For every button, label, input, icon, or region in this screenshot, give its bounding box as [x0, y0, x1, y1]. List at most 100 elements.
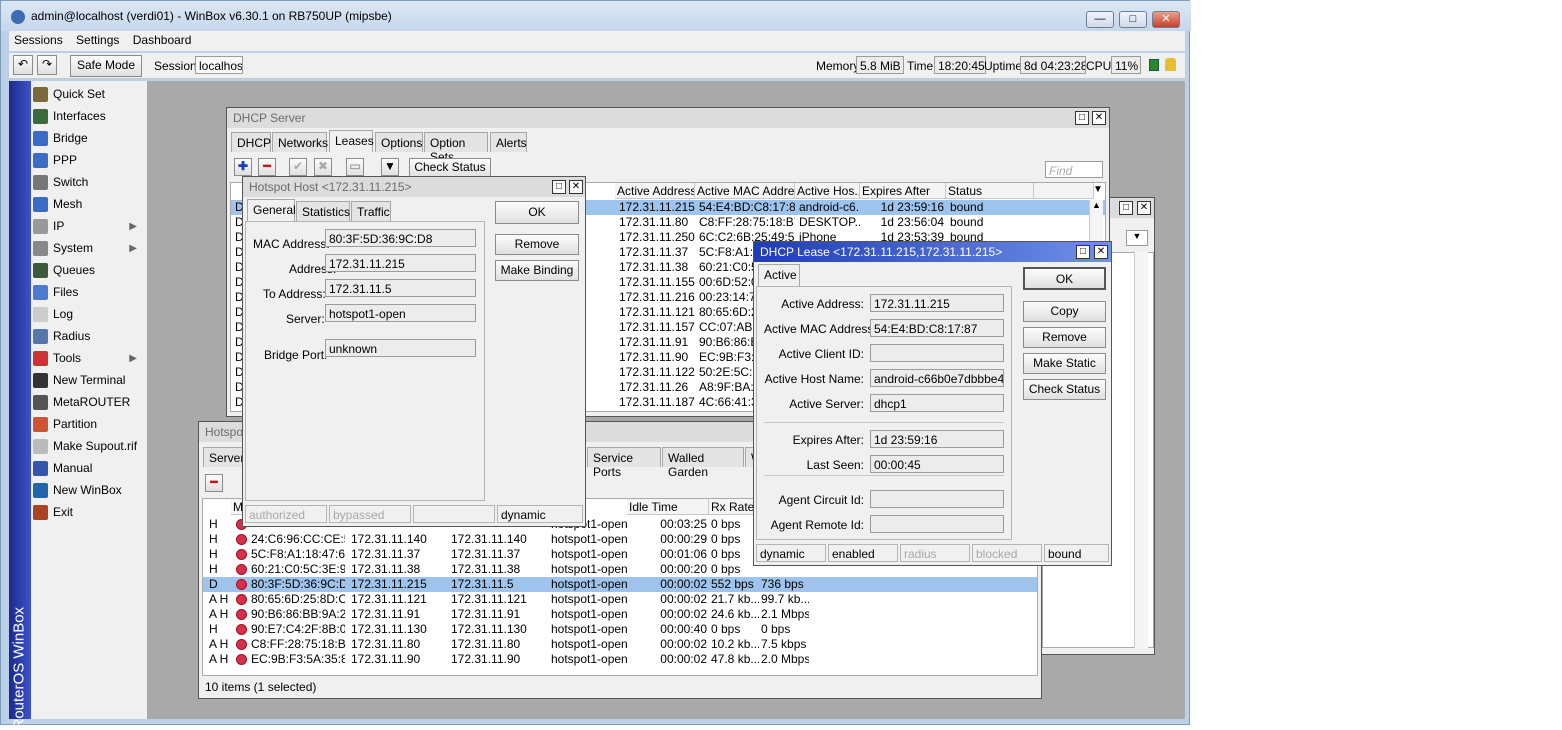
tab-leases[interactable]: Leases — [329, 130, 374, 152]
tab-active[interactable]: Active — [758, 264, 800, 286]
lease-field-value[interactable]: dhcp1 — [870, 394, 1004, 412]
tab-service-ports[interactable]: Service Ports — [587, 447, 661, 479]
menu-dashboard[interactable]: Dashboard — [128, 31, 197, 49]
remove-icon[interactable]: ━ — [258, 158, 276, 176]
col-rx-rate[interactable]: Rx Rate — [709, 499, 759, 515]
close-button[interactable]: ✕ — [1152, 11, 1180, 28]
host-maximize-button[interactable]: □ — [552, 180, 566, 194]
dhcp-close-button[interactable]: ✕ — [1092, 111, 1106, 125]
sidebar-item-metarouter[interactable]: MetaROUTER — [33, 391, 145, 413]
host-mac-field[interactable]: 80:3F:5D:36:9C:D8 — [325, 229, 476, 247]
redo-button[interactable]: ↷ — [37, 55, 57, 75]
find-input[interactable]: Find — [1045, 161, 1103, 178]
host-ok-button[interactable]: OK — [495, 201, 579, 224]
make-binding-button[interactable]: Make Binding — [495, 260, 579, 281]
sidebar-item-partition[interactable]: Partition — [33, 413, 145, 435]
lease-maximize-button[interactable]: □ — [1076, 245, 1090, 259]
tab-alerts[interactable]: Alerts — [490, 132, 527, 152]
sidebar-item-radius[interactable]: Radius — [33, 325, 145, 347]
tab-statistics[interactable]: Statistics — [296, 201, 350, 221]
lease-field-value[interactable]: 1d 23:59:16 — [870, 430, 1004, 448]
filter-icon[interactable]: ▼ — [381, 158, 399, 176]
sidebar-item-bridge[interactable]: Bridge — [33, 127, 145, 149]
sidebar-item-interfaces[interactable]: Interfaces — [33, 105, 145, 127]
undo-button[interactable]: ↶ — [13, 55, 33, 75]
col-expires-after[interactable]: Expires After — [860, 183, 946, 199]
sidebar-item-make-supout-rif[interactable]: Make Supout.rif — [33, 435, 145, 457]
host-bridge-field[interactable]: unknown — [325, 339, 476, 357]
col-status[interactable]: Status — [946, 183, 1034, 199]
tab-options[interactable]: Options — [375, 132, 423, 152]
tab-traffic[interactable]: Traffic — [351, 201, 391, 221]
col-active-mac[interactable]: Active MAC Addre... — [695, 183, 795, 199]
lease-remove-button[interactable]: Remove — [1023, 327, 1106, 348]
sidebar-item-tools[interactable]: Tools ▶ — [33, 347, 145, 369]
tab-servers[interactable]: Servers — [203, 447, 250, 467]
sidebar-item-ppp[interactable]: PPP — [33, 149, 145, 171]
tab-option-sets[interactable]: Option Sets — [424, 132, 488, 164]
bg-maximize-button[interactable]: □ — [1119, 201, 1133, 215]
hotspot-remove-icon[interactable]: ━ — [205, 474, 223, 492]
sidebar-item-new-terminal[interactable]: New Terminal — [33, 369, 145, 391]
lease-ok-button[interactable]: OK — [1023, 267, 1106, 290]
cell-idle: 00:00:02 — [660, 577, 707, 591]
enable-icon[interactable]: ✔ — [289, 158, 307, 176]
lease-close-button[interactable]: ✕ — [1094, 245, 1108, 259]
lease-field-value[interactable]: 54:E4:BD:C8:17:87 — [870, 319, 1004, 337]
host-to-field[interactable]: 172.31.11.5 — [325, 279, 476, 297]
columns-dropdown-icon[interactable]: ▼ — [1091, 184, 1105, 198]
disable-icon[interactable]: ✖ — [314, 158, 332, 176]
col-idle-time[interactable]: Idle Time — [627, 499, 709, 515]
tab-walled-garden[interactable]: Walled Garden — [662, 447, 744, 479]
sidebar-item-new-winbox[interactable]: New WinBox — [33, 479, 145, 501]
table-row[interactable]: A H 80:65:6D:25:8D:CD 172.31.11.121 172.31.… — [203, 592, 1037, 607]
lease-field-value[interactable] — [870, 515, 1004, 533]
lease-check-status-button[interactable]: Check Status — [1023, 379, 1106, 400]
col-active-host[interactable]: Active Hos... — [795, 183, 860, 199]
tab-dhcp[interactable]: DHCP — [231, 132, 271, 152]
session-field[interactable]: localhost — [195, 56, 243, 74]
table-row[interactable]: H 90:E7:C4:2F:8B:08 172.31.11.130 172.31.11… — [203, 622, 1037, 637]
host-close-button[interactable]: ✕ — [569, 180, 583, 194]
sidebar-item-manual[interactable]: Manual — [33, 457, 145, 479]
dhcp-maximize-button[interactable]: □ — [1075, 111, 1089, 125]
sidebar-item-quick-set[interactable]: Quick Set — [33, 83, 145, 105]
lease-field-value[interactable] — [870, 344, 1004, 362]
table-row[interactable]: D 80:3F:5D:36:9C:D8 172.31.11.215 172.31.11… — [203, 577, 1037, 592]
sidebar-item-queues[interactable]: Queues — [33, 259, 145, 281]
table-row[interactable]: A H 90:B6:86:BB:9A:21 172.31.11.91 172.31.1… — [203, 607, 1037, 622]
tab-general[interactable]: General — [247, 199, 296, 221]
table-row[interactable]: A H EC:9B:F3:5A:35:80 172.31.11.90 172.31.1… — [203, 652, 1037, 667]
lease-field-value[interactable] — [870, 490, 1004, 508]
menu-sessions[interactable]: Sessions — [9, 31, 68, 49]
check-status-button[interactable]: Check Status — [409, 158, 491, 178]
sidebar-item-log[interactable]: Log — [33, 303, 145, 325]
bg-dropdown-button[interactable]: ▼ — [1126, 230, 1148, 246]
bg-scrollbar[interactable] — [1134, 252, 1148, 648]
host-server-field[interactable]: hotspot1-open — [325, 304, 476, 322]
tab-networks[interactable]: Networks — [272, 132, 328, 152]
safe-mode-button[interactable]: Safe Mode — [70, 55, 142, 77]
sidebar-item-switch[interactable]: Switch — [33, 171, 145, 193]
bg-close-button[interactable]: ✕ — [1137, 201, 1151, 215]
minimize-button[interactable]: — — [1086, 11, 1114, 28]
lease-field-value[interactable]: 00:00:45 — [870, 455, 1004, 473]
table-row[interactable]: A H C8:FF:28:75:18:B7 172.31.11.80 172.31.1… — [203, 637, 1037, 652]
host-remove-button[interactable]: Remove — [495, 234, 579, 255]
col-active-address[interactable]: Active Address — [615, 183, 695, 199]
lease-copy-button[interactable]: Copy — [1023, 301, 1106, 322]
add-icon[interactable]: ✚ — [234, 158, 252, 176]
sidebar-item-exit[interactable]: Exit — [33, 501, 145, 523]
col-empty[interactable] — [1034, 183, 1094, 199]
sidebar-item-ip[interactable]: IP ▶ — [33, 215, 145, 237]
comment-icon[interactable]: ▭ — [346, 158, 364, 176]
lease-field-value[interactable]: 172.31.11.215 — [870, 294, 1004, 312]
sidebar-item-mesh[interactable]: Mesh — [33, 193, 145, 215]
maximize-button[interactable]: □ — [1119, 11, 1147, 28]
sidebar-item-files[interactable]: Files — [33, 281, 145, 303]
menu-settings[interactable]: Settings — [71, 31, 124, 49]
sidebar-item-system[interactable]: System ▶ — [33, 237, 145, 259]
make-static-button[interactable]: Make Static — [1023, 353, 1106, 374]
lease-field-value[interactable]: android-c66b0e7dbbbe477 — [870, 369, 1004, 387]
host-address-field[interactable]: 172.31.11.215 — [325, 254, 476, 272]
